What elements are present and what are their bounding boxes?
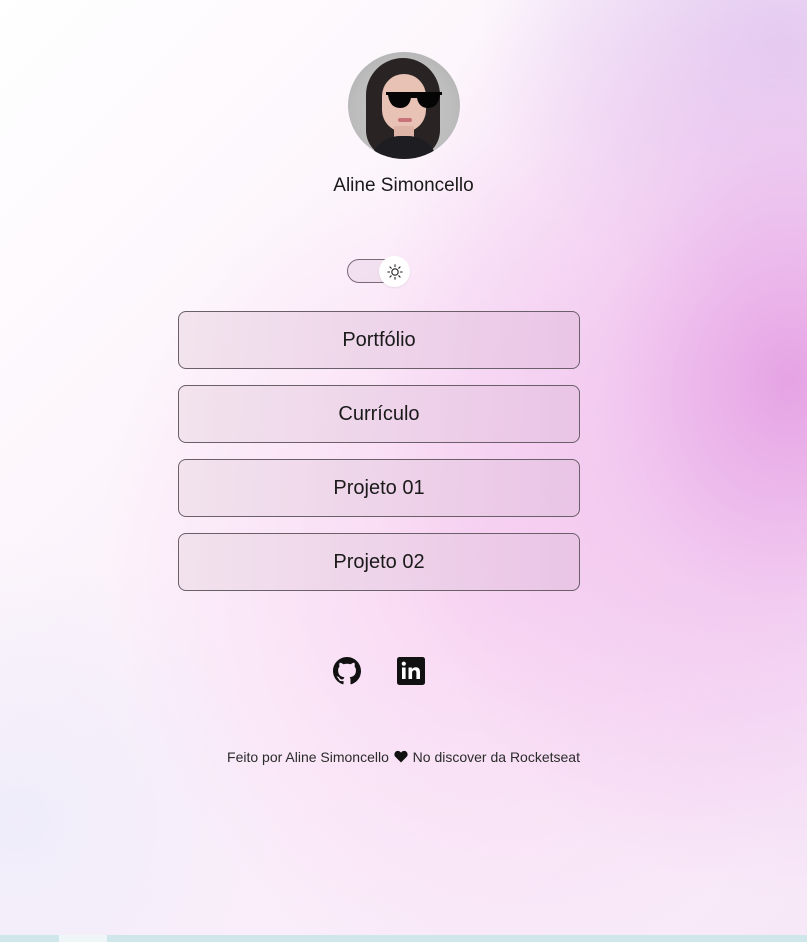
footer: Feito por Aline Simoncello No discover d… — [0, 749, 807, 765]
bottom-bar — [0, 935, 807, 942]
github-icon[interactable] — [333, 657, 361, 685]
footer-author: Feito por Aline Simoncello — [227, 749, 389, 765]
avatar — [347, 52, 460, 159]
sun-icon — [386, 263, 403, 280]
link-curriculo[interactable]: Currículo — [178, 385, 580, 443]
theme-toggle-knob[interactable] — [379, 256, 410, 287]
profile: Aline Simoncello — [0, 52, 807, 197]
link-projeto-01[interactable]: Projeto 01 — [178, 459, 580, 517]
link-list: Portfólio Currículo Projeto 01 Projeto 0… — [178, 311, 580, 607]
page: Aline Simoncello Portfólio Currículo Pro… — [0, 0, 807, 935]
profile-name: Aline Simoncello — [333, 175, 474, 196]
link-portfolio[interactable]: Portfólio — [178, 311, 580, 369]
social-links — [333, 656, 425, 686]
linkedin-icon[interactable] — [397, 657, 425, 685]
link-projeto-02[interactable]: Projeto 02 — [178, 533, 580, 591]
sunglasses-icon — [385, 92, 442, 108]
footer-credit: No discover da Rocketseat — [412, 749, 580, 765]
heart-icon — [394, 750, 408, 763]
